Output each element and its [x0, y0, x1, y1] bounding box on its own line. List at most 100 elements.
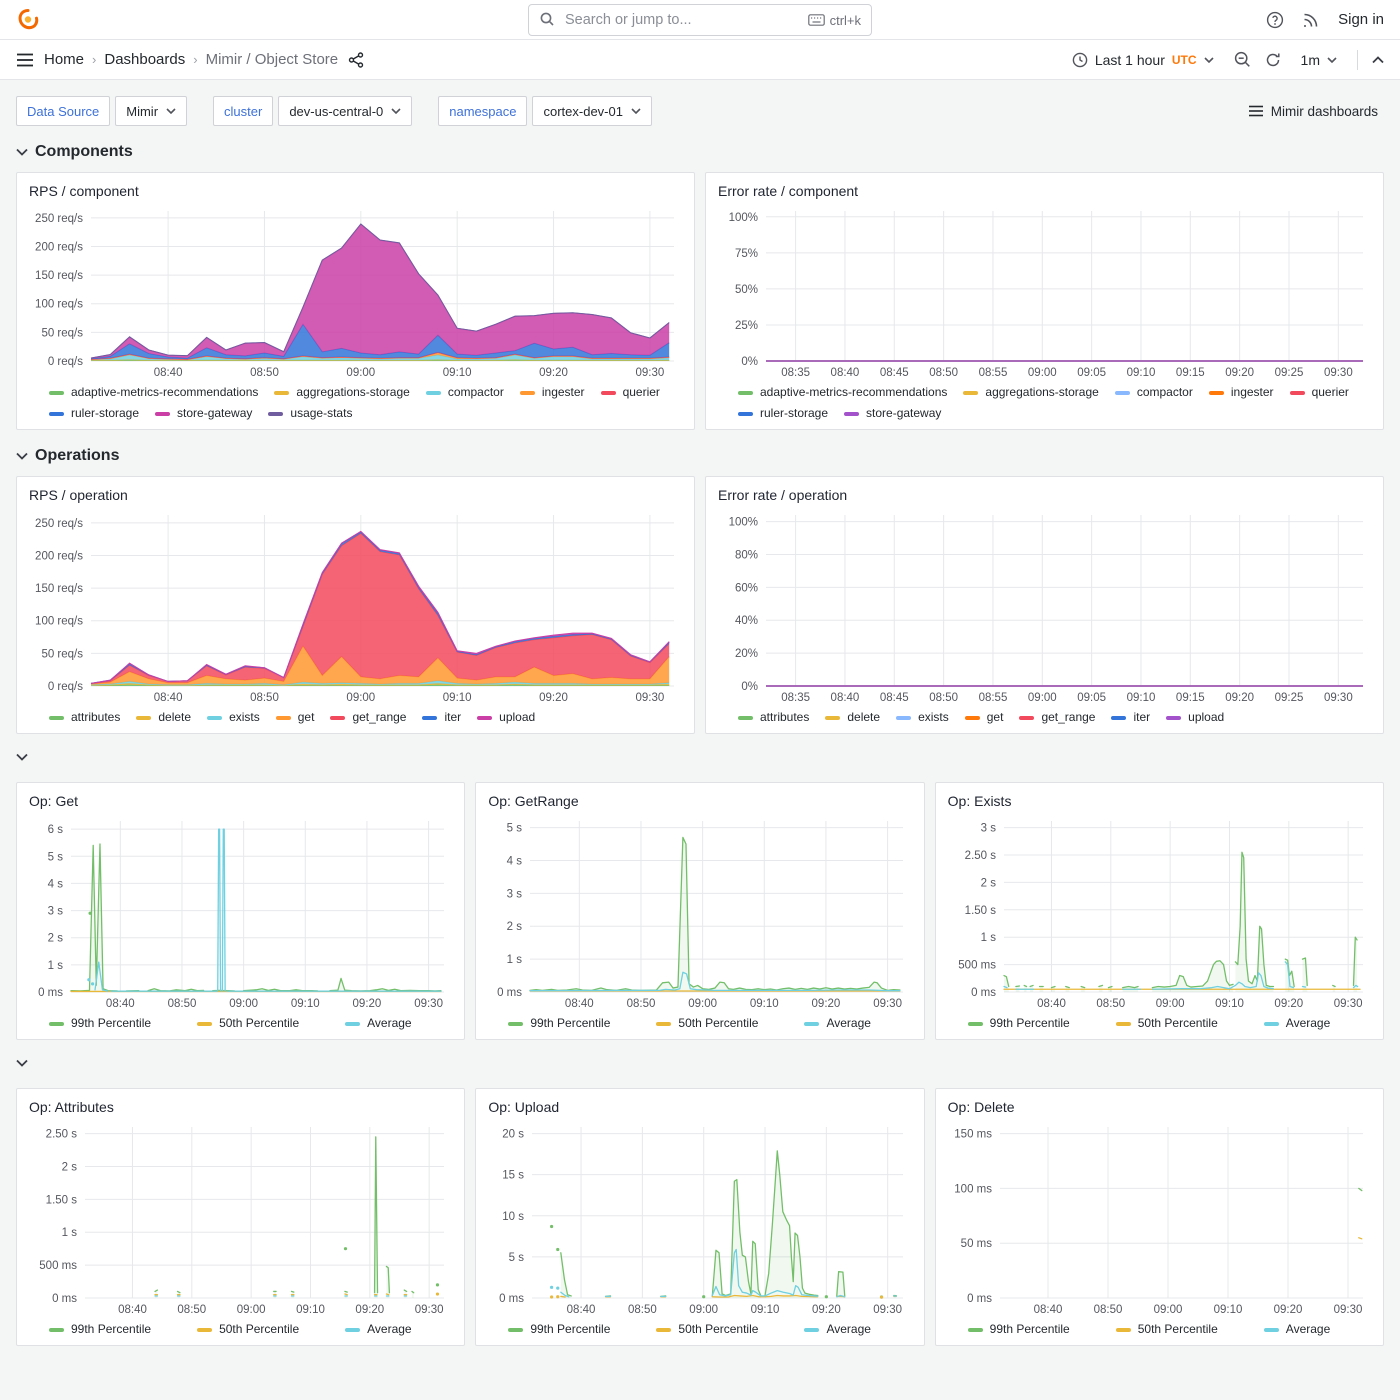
sign-in-button[interactable]: Sign in [1338, 11, 1384, 28]
chart-plot[interactable]: 0 req/s50 req/s100 req/s150 req/s200 req… [27, 203, 684, 381]
legend-item-average[interactable]: Average [345, 1320, 411, 1339]
legend-item-aggregations-storage[interactable]: aggregations-storage [274, 383, 409, 402]
legend-item-aggregations-storage[interactable]: aggregations-storage [963, 383, 1098, 402]
panel-title[interactable]: Error rate / operation [718, 485, 1373, 505]
legend-item-attributes[interactable]: attributes [738, 708, 809, 727]
legend-item-store-gateway[interactable]: store-gateway [844, 404, 941, 423]
legend-item-ingester[interactable]: ingester [1209, 383, 1274, 402]
chart-rps-operation[interactable]: 0 req/s50 req/s100 req/s150 req/s200 req… [27, 507, 684, 727]
row-toggle-latency-1[interactable] [16, 746, 1384, 768]
legend-item-99th-percentile[interactable]: 99th Percentile [968, 1320, 1070, 1339]
legend-item-usage-stats[interactable]: usage-stats [268, 404, 352, 423]
legend-item-querier[interactable]: querier [1290, 383, 1349, 402]
legend-item-attributes[interactable]: attributes [49, 708, 120, 727]
mimir-dashboards-button[interactable]: Mimir dashboards [1242, 103, 1384, 120]
refresh-interval-dropdown[interactable]: 1m [1295, 51, 1343, 69]
legend-item-50th-percentile[interactable]: 50th Percentile [197, 1320, 299, 1339]
chart-plot[interactable]: 0 ms1 s2 s3 s4 s5 s08:4008:5009:0009:100… [486, 813, 913, 1012]
menu-hamburger-icon[interactable] [16, 53, 34, 67]
legend-item-99th-percentile[interactable]: 99th Percentile [508, 1014, 610, 1033]
chart-plot[interactable]: 0 ms5 s10 s15 s20 s08:4008:5009:0009:100… [486, 1119, 913, 1318]
legend-item-store-gateway[interactable]: store-gateway [155, 404, 252, 423]
time-range-picker[interactable]: Last 1 hour UTC [1066, 51, 1220, 69]
breadcrumb-home[interactable]: Home [44, 51, 84, 68]
panel-title[interactable]: Error rate / component [718, 181, 1373, 201]
breadcrumb-dashboards[interactable]: Dashboards [104, 51, 185, 68]
panel-title[interactable]: RPS / operation [29, 485, 684, 505]
chart-op-get[interactable]: 0 ms1 s2 s3 s4 s5 s6 s08:4008:5009:0009:… [27, 813, 454, 1033]
collapse-controls-button[interactable] [1372, 56, 1384, 64]
variable-namespace-value[interactable]: cortex-dev-01 [532, 96, 651, 126]
legend-item-99th-percentile[interactable]: 99th Percentile [49, 1014, 151, 1033]
chart-op-delete[interactable]: 0 ms50 ms100 ms150 ms08:4008:5009:0009:1… [946, 1119, 1373, 1339]
legend-item-ruler-storage[interactable]: ruler-storage [49, 404, 139, 423]
legend-item-compactor[interactable]: compactor [426, 383, 504, 402]
chart-rps-component[interactable]: 0 req/s50 req/s100 req/s150 req/s200 req… [27, 203, 684, 423]
legend-item-exists[interactable]: exists [896, 708, 949, 727]
chart-plot[interactable]: 0 req/s50 req/s100 req/s150 req/s200 req… [27, 507, 684, 706]
legend-item-average[interactable]: Average [804, 1014, 870, 1033]
legend-item-get-range[interactable]: get_range [1019, 708, 1095, 727]
legend-item-ingester[interactable]: ingester [520, 383, 585, 402]
legend-item-upload[interactable]: upload [1166, 708, 1224, 727]
chart-op-upload[interactable]: 0 ms5 s10 s15 s20 s08:4008:5009:0009:100… [486, 1119, 913, 1339]
legend-item-99th-percentile[interactable]: 99th Percentile [49, 1320, 151, 1339]
legend-item-adaptive-metrics-recommendations[interactable]: adaptive-metrics-recommendations [738, 383, 947, 402]
legend-item-50th-percentile[interactable]: 50th Percentile [656, 1014, 758, 1033]
refresh-button[interactable] [1265, 52, 1281, 68]
search-input[interactable] [563, 11, 800, 29]
chart-plot[interactable]: 0%20%40%60%80%100%08:3508:4008:4508:5008… [716, 507, 1373, 706]
panel-title[interactable]: Op: Delete [948, 1097, 1373, 1117]
variable-cluster-value[interactable]: dev-us-central-0 [278, 96, 412, 126]
legend-item-get[interactable]: get [965, 708, 1004, 727]
legend-item-average[interactable]: Average [1264, 1320, 1330, 1339]
legend-item-iter[interactable]: iter [422, 708, 461, 727]
news-rss-icon[interactable] [1302, 11, 1320, 29]
help-icon[interactable] [1266, 11, 1284, 29]
legend-item-adaptive-metrics-recommendations[interactable]: adaptive-metrics-recommendations [49, 383, 258, 402]
chart-op-attributes[interactable]: 0 ms500 ms1 s1.50 s2 s2.50 s08:4008:5009… [27, 1119, 454, 1339]
legend-item-get-range[interactable]: get_range [330, 708, 406, 727]
chart-plot[interactable]: 0%25%50%75%100%08:3508:4008:4508:5008:55… [716, 203, 1373, 381]
row-toggle-latency-2[interactable] [16, 1052, 1384, 1074]
legend-item-50th-percentile[interactable]: 50th Percentile [656, 1320, 758, 1339]
legend-item-average[interactable]: Average [345, 1014, 411, 1033]
legend-item-average[interactable]: Average [804, 1320, 870, 1339]
panel-title[interactable]: Op: Get [29, 791, 454, 811]
legend-item-querier[interactable]: querier [601, 383, 660, 402]
legend-item-delete[interactable]: delete [825, 708, 880, 727]
grafana-logo-icon[interactable] [16, 7, 42, 33]
legend-item-50th-percentile[interactable]: 50th Percentile [1116, 1014, 1218, 1033]
chart-plot[interactable]: 0 ms50 ms100 ms150 ms08:4008:5009:0009:1… [946, 1119, 1373, 1318]
panel-title[interactable]: Op: GetRange [488, 791, 913, 811]
legend-item-50th-percentile[interactable]: 50th Percentile [197, 1014, 299, 1033]
panel-title[interactable]: Op: Exists [948, 791, 1373, 811]
chart-error-rate-operation[interactable]: 0%20%40%60%80%100%08:3508:4008:4508:5008… [716, 507, 1373, 727]
legend-item-iter[interactable]: iter [1111, 708, 1150, 727]
legend-item-exists[interactable]: exists [207, 708, 260, 727]
legend-item-50th-percentile[interactable]: 50th Percentile [1116, 1320, 1218, 1339]
chart-plot[interactable]: 0 ms1 s2 s3 s4 s5 s6 s08:4008:5009:0009:… [27, 813, 454, 1012]
section-operations[interactable]: Operations [16, 444, 1384, 468]
legend-item-99th-percentile[interactable]: 99th Percentile [508, 1320, 610, 1339]
zoom-out-button[interactable] [1234, 51, 1251, 68]
chart-error-rate-component[interactable]: 0%25%50%75%100%08:3508:4008:4508:5008:55… [716, 203, 1373, 423]
legend-item-compactor[interactable]: compactor [1115, 383, 1193, 402]
share-icon[interactable] [348, 52, 364, 68]
legend-item-delete[interactable]: delete [136, 708, 191, 727]
legend-item-get[interactable]: get [276, 708, 315, 727]
chart-plot[interactable]: 0 ms500 ms1 s1.50 s2 s2.50 s08:4008:5009… [27, 1119, 454, 1318]
chart-plot[interactable]: 0 ms500 ms1 s1.50 s2 s2.50 s3 s08:4008:5… [946, 813, 1373, 1012]
legend-item-upload[interactable]: upload [477, 708, 535, 727]
legend-item-average[interactable]: Average [1264, 1014, 1330, 1033]
chart-op-getrange[interactable]: 0 ms1 s2 s3 s4 s5 s08:4008:5009:0009:100… [486, 813, 913, 1033]
variable-datasource-value[interactable]: Mimir [115, 96, 187, 126]
panel-title[interactable]: Op: Attributes [29, 1097, 454, 1117]
section-components[interactable]: Components [16, 140, 1384, 164]
legend-item-99th-percentile[interactable]: 99th Percentile [968, 1014, 1070, 1033]
global-search[interactable]: ctrl+k [528, 4, 872, 36]
panel-title[interactable]: Op: Upload [488, 1097, 913, 1117]
chart-op-exists[interactable]: 0 ms500 ms1 s1.50 s2 s2.50 s3 s08:4008:5… [946, 813, 1373, 1033]
legend-item-ruler-storage[interactable]: ruler-storage [738, 404, 828, 423]
panel-title[interactable]: RPS / component [29, 181, 684, 201]
